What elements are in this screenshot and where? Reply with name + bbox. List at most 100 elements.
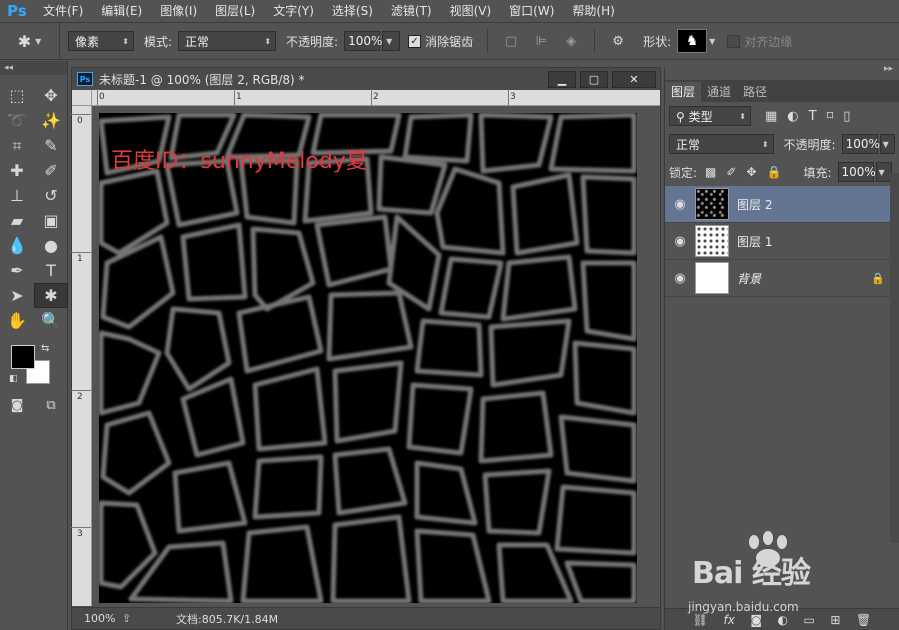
quick-mask-icon[interactable]: ◙ bbox=[0, 393, 34, 418]
lasso-tool-icon[interactable]: ➰ bbox=[0, 108, 34, 133]
opacity-slider-button[interactable]: ▼ bbox=[382, 31, 401, 51]
crop-tool-icon[interactable]: ⌗ bbox=[0, 133, 34, 158]
screen-mode-icon[interactable]: ⧉ bbox=[34, 393, 68, 418]
menu-view[interactable]: 视图(V) bbox=[441, 0, 501, 23]
lock-all-icon[interactable]: 🔒 bbox=[767, 165, 782, 179]
panel-scrollbar[interactable] bbox=[890, 173, 899, 543]
layer-row-layer-2[interactable]: ◉ 图层 2 bbox=[665, 186, 899, 223]
tool-preset-picker[interactable]: ✱ ▼ bbox=[0, 22, 60, 60]
lock-transparency-icon[interactable]: ▩ bbox=[705, 165, 716, 179]
layer-name[interactable]: 图层 1 bbox=[737, 233, 772, 250]
smart-object-filter-icon[interactable]: ▯ bbox=[843, 109, 850, 124]
document-window: Ps 未标题-1 @ 100% (图层 2, RGB/8) * ▁ ▢ ✕ 0 … bbox=[71, 67, 661, 630]
menu-help[interactable]: 帮助(H) bbox=[563, 0, 623, 23]
gradient-tool-icon[interactable]: ▣ bbox=[34, 208, 68, 233]
menu-edit[interactable]: 编辑(E) bbox=[92, 0, 151, 23]
layer-name[interactable]: 图层 2 bbox=[737, 196, 772, 213]
menu-image[interactable]: 图像(I) bbox=[151, 0, 206, 23]
opacity-input[interactable]: 100% bbox=[344, 31, 382, 51]
dodge-tool-icon[interactable]: ● bbox=[34, 233, 68, 258]
swap-colors-icon[interactable]: ⇆ bbox=[41, 343, 49, 354]
pixels-dropdown[interactable]: 像素 ⬍ bbox=[68, 31, 134, 51]
document-size[interactable]: 文档:805.7K/1.84M bbox=[176, 611, 278, 627]
layer-opacity-slider[interactable]: ▼ bbox=[879, 134, 895, 154]
align-edges-checkbox[interactable] bbox=[727, 34, 741, 48]
menu-select[interactable]: 选择(S) bbox=[323, 0, 382, 23]
path-alignment-icon[interactable]: ⊫ bbox=[532, 32, 550, 50]
layer-row-layer-1[interactable]: ◉ 图层 1 bbox=[665, 223, 899, 260]
custom-shape-tool-icon[interactable]: ✱ bbox=[34, 283, 68, 308]
adjustment-layer-icon[interactable]: ◐ bbox=[778, 613, 788, 627]
tab-paths[interactable]: 路径 bbox=[737, 82, 773, 102]
type-tool-icon[interactable]: T bbox=[34, 258, 68, 283]
eye-icon[interactable]: ◉ bbox=[665, 197, 695, 212]
collapse-icon[interactable]: ◂◂ bbox=[4, 63, 13, 73]
menu-file[interactable]: 文件(F) bbox=[34, 0, 92, 23]
new-layer-icon[interactable]: ⊞ bbox=[830, 613, 840, 627]
document-status-bar: 100% ⇪ 文档:805.7K/1.84M bbox=[72, 607, 660, 629]
path-arrangement-icon[interactable]: ◈ bbox=[562, 32, 580, 50]
menu-layer[interactable]: 图层(L) bbox=[206, 0, 264, 23]
eye-icon[interactable]: ◉ bbox=[665, 271, 695, 286]
fx-icon[interactable]: fx bbox=[724, 613, 735, 627]
gear-icon[interactable]: ⚙ bbox=[609, 32, 627, 50]
eraser-icon[interactable]: ▰ bbox=[0, 208, 34, 233]
photoshop-logo: Ps bbox=[7, 2, 27, 20]
ruler-mark bbox=[71, 527, 91, 528]
menu-filter[interactable]: 滤镜(T) bbox=[382, 0, 441, 23]
toolbar-header[interactable]: ◂◂ bbox=[0, 61, 67, 75]
default-colors-icon[interactable]: ◧ bbox=[9, 374, 18, 384]
mode-dropdown[interactable]: 正常 ⬍ bbox=[178, 31, 277, 51]
path-operations-icon[interactable]: ▢ bbox=[502, 32, 520, 50]
menu-type[interactable]: 文字(Y) bbox=[264, 0, 323, 23]
move-tool-icon[interactable]: ✥ bbox=[34, 83, 68, 108]
path-selection-icon[interactable]: ➤ bbox=[0, 283, 34, 308]
magic-wand-icon[interactable]: ✨ bbox=[34, 108, 68, 133]
maximize-button[interactable]: ▢ bbox=[580, 70, 608, 88]
adjustment-filter-icon[interactable]: ◐ bbox=[787, 109, 798, 124]
layer-opacity-input[interactable]: 100% bbox=[841, 134, 880, 154]
shape-filter-icon[interactable]: ⌑ bbox=[827, 109, 834, 124]
brush-tool-icon[interactable]: ✐ bbox=[34, 158, 68, 183]
eyedropper-icon[interactable]: ✎ bbox=[34, 133, 68, 158]
antialias-checkbox[interactable]: ✓ bbox=[408, 34, 422, 48]
minimize-button[interactable]: ▁ bbox=[548, 70, 576, 88]
tab-channels[interactable]: 通道 bbox=[701, 82, 737, 102]
history-brush-icon[interactable]: ↺ bbox=[34, 183, 68, 208]
eye-icon[interactable]: ◉ bbox=[665, 234, 695, 249]
tab-layers[interactable]: 图层 bbox=[665, 82, 702, 102]
custom-shape-picker[interactable]: ♞ bbox=[677, 29, 708, 53]
close-button[interactable]: ✕ bbox=[612, 70, 656, 88]
vertical-ruler[interactable]: 0 1 2 3 bbox=[71, 106, 92, 606]
marquee-tool-icon[interactable]: ⬚ bbox=[0, 83, 34, 108]
trash-icon[interactable]: 🗑 bbox=[856, 613, 871, 627]
type-filter-icon[interactable]: T bbox=[809, 109, 817, 124]
blur-tool-icon[interactable]: 💧 bbox=[0, 233, 34, 258]
horizontal-ruler[interactable]: 0 1 2 3 bbox=[92, 89, 660, 106]
link-layers-icon[interactable]: ⛓ bbox=[693, 613, 708, 627]
zoom-tool-icon[interactable]: 🔍 bbox=[34, 308, 68, 333]
lock-position-icon[interactable]: ✥ bbox=[746, 165, 756, 179]
foreground-color-swatch[interactable] bbox=[11, 345, 35, 369]
document-tab[interactable]: Ps 未标题-1 @ 100% (图层 2, RGB/8) * ▁ ▢ ✕ bbox=[72, 68, 660, 90]
collapse-icon[interactable]: ▸▸ bbox=[884, 64, 893, 74]
ruler-origin[interactable] bbox=[72, 90, 92, 106]
clone-stamp-icon[interactable]: ⊥ bbox=[0, 183, 34, 208]
layer-name[interactable]: 背景 bbox=[737, 270, 761, 287]
blend-mode-dropdown[interactable]: 正常 ⬍ bbox=[669, 134, 774, 154]
blend-row: 正常 ⬍ 不透明度: 100% ▼ bbox=[665, 130, 899, 158]
pen-tool-icon[interactable]: ✒ bbox=[0, 258, 34, 283]
export-icon[interactable]: ⇪ bbox=[122, 612, 138, 626]
zoom-level[interactable]: 100% bbox=[72, 612, 122, 625]
canvas[interactable]: 百度ID：sunnyMelody夏 bbox=[99, 113, 637, 603]
pixel-filter-icon[interactable]: ▦ bbox=[765, 109, 777, 124]
new-group-icon[interactable]: ▭ bbox=[804, 613, 815, 627]
healing-brush-icon[interactable]: ✚ bbox=[0, 158, 34, 183]
filter-kind-dropdown[interactable]: ⚲ 类型 ⬍ bbox=[669, 106, 751, 126]
menu-window[interactable]: 窗口(W) bbox=[500, 0, 563, 23]
layer-mask-icon[interactable]: ◙ bbox=[750, 613, 762, 627]
hand-tool-icon[interactable]: ✋ bbox=[0, 308, 34, 333]
layer-row-background[interactable]: ◉ 背景 🔒 bbox=[665, 260, 899, 297]
lock-pixels-icon[interactable]: ✐ bbox=[726, 165, 736, 179]
fill-input[interactable]: 100% bbox=[837, 162, 876, 182]
